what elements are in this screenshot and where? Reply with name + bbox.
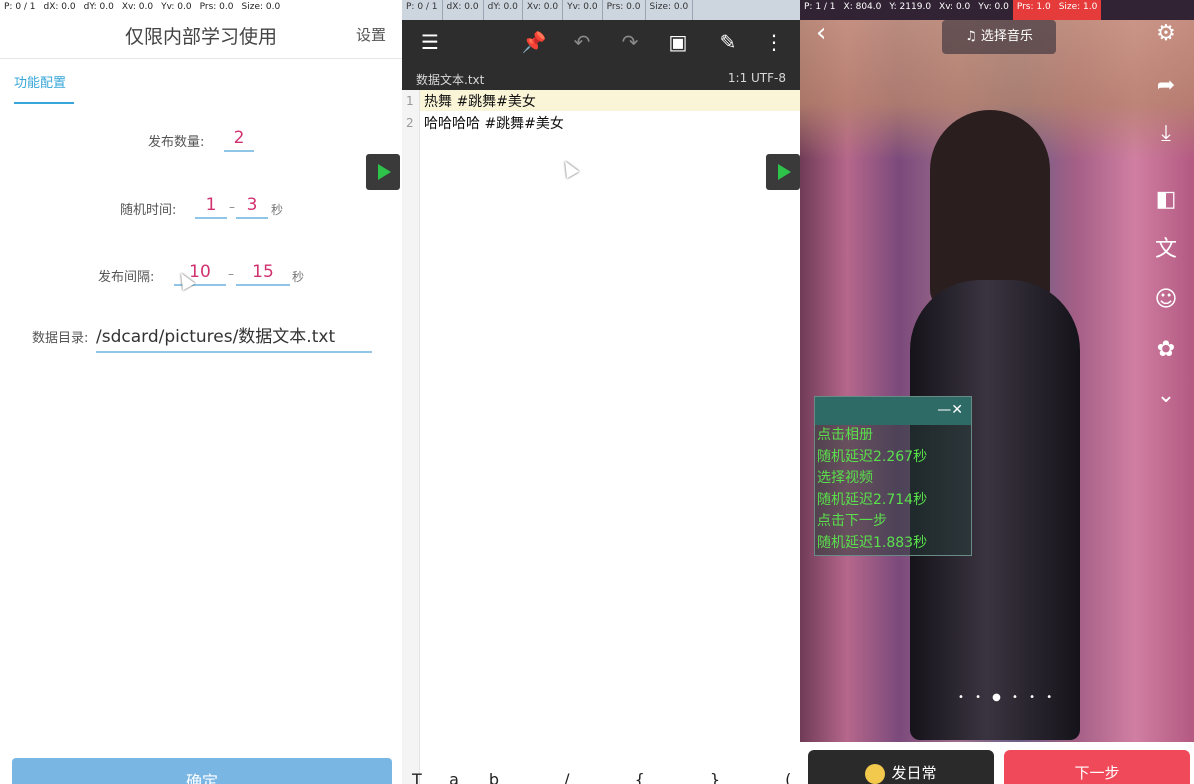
status-prs: Prs: 1.0	[1012, 0, 1055, 20]
post-daily-button[interactable]: 发日常	[808, 750, 994, 784]
log-header: —✕	[815, 397, 971, 425]
status-prs: Prs: 0.0	[199, 2, 234, 12]
status-yv: Yv: 0.0	[563, 0, 603, 20]
tab-indicator	[14, 102, 74, 104]
status-pointer: P: 0 / 1	[402, 0, 443, 20]
edit-icon[interactable]: ✎	[714, 28, 742, 56]
mouse-cursor-icon	[558, 157, 580, 179]
effect-icon[interactable]: ✿	[1152, 336, 1180, 364]
editor-toolbar: ☰ 📌 ↶ ↷ ▣ ✎ ⋮	[402, 20, 800, 64]
file-encoding: 1:1 UTF-8	[727, 71, 786, 85]
status-xv: Xv: 0.0	[939, 2, 971, 12]
page-dots: • • ● • • •	[958, 692, 1057, 703]
publish-interval-unit: 秒	[292, 270, 305, 284]
pointer-status-bar: P: 1 / 1 X: 804.0 Y: 2119.0 Xv: 0.0 Yv: …	[800, 0, 1194, 20]
settings-button[interactable]: 设置	[356, 24, 386, 45]
text-line[interactable]: 热舞 #跳舞#美女	[424, 91, 536, 111]
expand-icon[interactable]: ⌄	[1152, 382, 1180, 410]
status-prs: Prs: 0.0	[603, 0, 646, 20]
pointer-status-bar: P: 0 / 1 dX: 0.0 dY: 0.0 Xv: 0.0 Yv: 0.0…	[0, 0, 402, 20]
more-icon[interactable]: ⋮	[760, 28, 788, 56]
log-line: 随机延迟2.714秒	[817, 491, 928, 508]
log-line: 点击下一步	[817, 513, 887, 529]
status-pointer: P: 0 / 1	[4, 2, 36, 12]
settings-gear-icon[interactable]: ⚙	[1152, 20, 1180, 48]
publish-count-label: 发布数量:	[148, 135, 205, 150]
status-yv: Yv: 0.0	[978, 2, 1009, 12]
publish-count-input[interactable]: 2	[224, 128, 254, 152]
confirm-button[interactable]: 确定	[12, 758, 392, 784]
publish-interval-dash: –	[228, 267, 234, 281]
line-number: 1	[406, 94, 414, 108]
pointer-status-bar: P: 0 / 1 dX: 0.0 dY: 0.0 Xv: 0.0 Yv: 0.0…	[402, 0, 800, 20]
back-icon[interactable]: ‹	[816, 18, 826, 48]
select-music-button[interactable]: ♫ 选择音乐	[942, 20, 1056, 54]
pin-icon[interactable]: 📌	[520, 28, 548, 56]
data-dir-label: 数据目录:	[32, 331, 89, 346]
log-line: 随机延迟2.267秒	[817, 448, 928, 465]
status-size: Size: 1.0	[1054, 0, 1102, 20]
status-xv: Xv: 0.0	[121, 2, 154, 12]
random-time-dash: –	[229, 200, 235, 214]
next-step-button[interactable]: 下一步	[1004, 750, 1190, 784]
close-icon[interactable]: —✕	[937, 402, 963, 418]
sticker-icon[interactable]: ☺	[1152, 286, 1180, 314]
symbol-keys[interactable]: Tab / { } ( ) ;	[412, 770, 800, 784]
status-size: Size: 0.0	[241, 2, 281, 12]
publish-interval-label: 发布间隔:	[98, 270, 155, 285]
daily-icon	[865, 763, 886, 784]
text-editor-panel: P: 0 / 1 dX: 0.0 dY: 0.0 Xv: 0.0 Yv: 0.0…	[402, 0, 800, 784]
redo-icon[interactable]: ↷	[616, 28, 644, 56]
status-xv: Xv: 0.0	[523, 0, 564, 20]
file-info-bar: 数据文本.txt 1:1 UTF-8	[402, 64, 800, 90]
text-icon[interactable]: 文	[1152, 236, 1180, 264]
status-y: Y: 2119.0	[889, 2, 932, 12]
split-icon[interactable]: ◧	[1152, 186, 1180, 214]
random-time-min-input[interactable]: 1	[195, 195, 227, 219]
undo-icon[interactable]: ↶	[568, 28, 596, 56]
random-time-label: 随机时间:	[120, 203, 177, 218]
status-dx: dX: 0.0	[443, 0, 484, 20]
random-time-unit: 秒	[271, 203, 284, 217]
text-line[interactable]: 哈哈哈哈 #跳舞#美女	[424, 113, 564, 133]
data-dir-input[interactable]: /sdcard/pictures/数据文本.txt	[96, 322, 372, 353]
file-name: 数据文本.txt	[416, 73, 485, 87]
config-panel: P: 0 / 1 dX: 0.0 dY: 0.0 Xv: 0.0 Yv: 0.0…	[0, 0, 402, 784]
page-title: 仅限内部学习使用	[124, 26, 277, 48]
publish-interval-max-input[interactable]: 15	[236, 262, 290, 286]
menu-icon[interactable]: ☰	[416, 28, 444, 56]
status-pointer: P: 1 / 1	[804, 2, 836, 12]
line-number: 2	[406, 116, 414, 130]
divider	[0, 58, 402, 59]
line-gutter: 1 2	[402, 90, 420, 784]
random-time-max-input[interactable]: 3	[236, 195, 268, 219]
post-daily-label: 发日常	[891, 764, 937, 782]
log-line: 随机延迟1.883秒	[817, 534, 928, 551]
status-size: Size: 0.0	[646, 0, 694, 20]
tab-function-config[interactable]: 功能配置	[14, 72, 66, 91]
status-yv: Yv: 0.0	[161, 2, 192, 12]
play-icon[interactable]	[766, 154, 800, 190]
log-overlay: —✕ 点击相册 随机延迟2.267秒 选择视频 随机延迟2.714秒 点击下一步…	[814, 396, 972, 556]
download-icon[interactable]: ⤓	[1152, 120, 1180, 148]
play-icon[interactable]	[366, 154, 400, 190]
status-dy: dY: 0.0	[484, 0, 523, 20]
status-x: X: 804.0	[843, 2, 882, 12]
log-line: 点击相册	[817, 427, 873, 443]
log-line: 选择视频	[817, 470, 873, 486]
status-dy: dY: 0.0	[83, 2, 114, 12]
share-icon[interactable]: ➦	[1152, 72, 1180, 100]
save-icon[interactable]: ▣	[664, 28, 692, 56]
status-dx: dX: 0.0	[43, 2, 76, 12]
video-publish-panel: P: 1 / 1 X: 804.0 Y: 2119.0 Xv: 0.0 Yv: …	[800, 0, 1194, 784]
